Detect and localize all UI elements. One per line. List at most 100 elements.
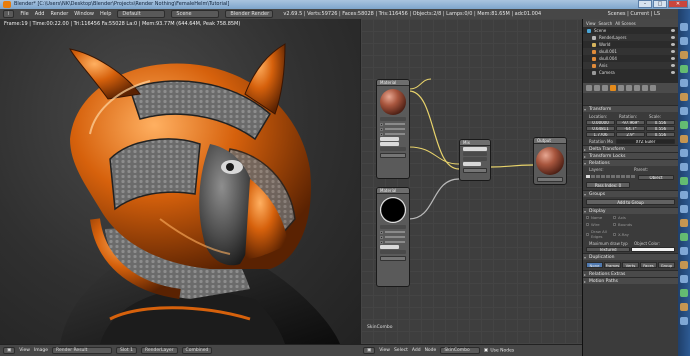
node-color-field[interactable] bbox=[380, 245, 400, 249]
display-checkbox[interactable] bbox=[613, 223, 616, 226]
render-viewport[interactable]: Frame:19 | Time:00:22.00 | Tri:116456 Fa… bbox=[0, 19, 360, 344]
node-button[interactable] bbox=[380, 153, 406, 158]
editor-type-dropdown[interactable]: ▣ bbox=[363, 347, 376, 354]
node-checkbox[interactable] bbox=[380, 240, 406, 244]
node-field[interactable] bbox=[463, 157, 487, 161]
menu-add[interactable]: Add bbox=[35, 11, 45, 17]
render-pass-dropdown[interactable]: Combined bbox=[181, 347, 213, 354]
node-add-menu[interactable]: Add bbox=[412, 348, 421, 353]
scale-z-field[interactable]: 0.556 bbox=[646, 132, 675, 137]
render-tab-icon[interactable] bbox=[586, 85, 592, 91]
rotation-x-field[interactable]: -97.969° bbox=[616, 120, 645, 125]
visibility-eye-icon[interactable] bbox=[671, 29, 675, 32]
render-layer-dropdown[interactable]: RenderLayer bbox=[140, 347, 178, 354]
groups-panel[interactable]: Groups bbox=[583, 190, 678, 198]
data-tab-icon[interactable] bbox=[634, 85, 640, 91]
image-name-field[interactable]: Render Result bbox=[52, 347, 113, 354]
node-button[interactable] bbox=[380, 256, 406, 261]
visibility-eye-icon[interactable] bbox=[671, 43, 675, 46]
modifier-tab-icon[interactable] bbox=[626, 85, 632, 91]
menu-window[interactable]: Window bbox=[74, 11, 94, 17]
outliner-row[interactable]: Anis bbox=[583, 62, 678, 69]
node-editor[interactable]: Material Material Mix Output SkinCombo bbox=[360, 19, 582, 344]
dup-group-tab[interactable]: Group bbox=[658, 262, 675, 268]
location-x-field[interactable]: 0.00000 bbox=[586, 120, 615, 125]
node-color-field[interactable] bbox=[380, 137, 400, 141]
taskbar-app-icon[interactable] bbox=[680, 275, 688, 283]
scale-x-field[interactable]: 0.556 bbox=[646, 120, 675, 125]
taskbar-app-icon[interactable] bbox=[680, 303, 688, 311]
relations-extras-panel[interactable]: Relations Extras bbox=[583, 270, 678, 278]
location-y-field[interactable]: 0.64811 bbox=[586, 126, 615, 131]
close-button[interactable]: ✕ bbox=[668, 0, 688, 8]
node-checkbox[interactable] bbox=[380, 235, 406, 239]
slot-dropdown[interactable]: Slot 1 bbox=[116, 347, 137, 354]
outliner-row[interactable]: skull.001 bbox=[583, 48, 678, 55]
display-panel[interactable]: Display bbox=[583, 207, 678, 215]
location-z-field[interactable]: 1.7706 bbox=[586, 132, 615, 137]
delta-transform-panel[interactable]: Delta Transform bbox=[583, 145, 678, 153]
node-field[interactable] bbox=[380, 147, 406, 151]
taskbar-app-icon[interactable] bbox=[680, 205, 688, 213]
taskbar-app-icon[interactable] bbox=[680, 121, 688, 129]
taskbar-app-icon[interactable] bbox=[680, 261, 688, 269]
object-tab-icon[interactable] bbox=[610, 85, 616, 91]
layout-dropdown[interactable]: Default bbox=[117, 10, 166, 18]
outliner[interactable]: View Search All Scenes Scene RenderLayers… bbox=[582, 19, 678, 83]
taskbar-app-icon[interactable] bbox=[680, 177, 688, 185]
display-checkbox[interactable] bbox=[613, 216, 616, 219]
display-checkbox[interactable] bbox=[586, 232, 589, 236]
taskbar-app-icon[interactable] bbox=[680, 233, 688, 241]
scene-dropdown[interactable]: Scene bbox=[171, 10, 220, 18]
node-view-menu[interactable]: View bbox=[379, 348, 390, 353]
taskbar-app-icon[interactable] bbox=[680, 23, 688, 31]
material-tab-icon[interactable] bbox=[642, 85, 648, 91]
taskbar-app-icon[interactable] bbox=[680, 107, 688, 115]
object-color-swatch[interactable] bbox=[631, 247, 675, 252]
rotation-z-field[interactable]: 2.9° bbox=[616, 132, 645, 137]
render-engine-dropdown[interactable]: Blender Render bbox=[225, 10, 274, 18]
motion-paths-panel[interactable]: Motion Paths bbox=[583, 277, 678, 285]
node-field[interactable] bbox=[463, 147, 487, 151]
output-node[interactable]: Output bbox=[533, 137, 567, 185]
transform-locks-panel[interactable]: Transform Locks bbox=[583, 152, 678, 160]
taskbar-app-icon[interactable] bbox=[680, 149, 688, 157]
node-color-field[interactable] bbox=[463, 162, 481, 166]
taskbar-app-icon[interactable] bbox=[680, 51, 688, 59]
node-field[interactable] bbox=[463, 152, 487, 156]
node-checkbox[interactable] bbox=[380, 230, 406, 234]
visibility-eye-icon[interactable] bbox=[671, 36, 675, 39]
maximize-button[interactable]: □ bbox=[653, 0, 667, 8]
taskbar-app-icon[interactable] bbox=[680, 219, 688, 227]
taskbar-app-icon[interactable] bbox=[680, 65, 688, 73]
properties-panel[interactable]: Transform Location: Rotation: Scale: 0.0… bbox=[582, 83, 678, 356]
parent-field[interactable]: Object bbox=[638, 175, 674, 180]
node-checkbox[interactable] bbox=[380, 127, 406, 131]
editor-type-icon[interactable]: i bbox=[3, 10, 15, 18]
world-tab-icon[interactable] bbox=[602, 85, 608, 91]
outliner-row[interactable]: Camera bbox=[583, 69, 678, 76]
node-tree-field[interactable]: SkinCombo bbox=[440, 347, 481, 354]
node-checkbox[interactable] bbox=[380, 132, 406, 136]
node-field[interactable] bbox=[380, 250, 406, 254]
constraints-tab-icon[interactable] bbox=[618, 85, 624, 91]
outliner-row[interactable]: World bbox=[583, 41, 678, 48]
taskbar-app-icon[interactable] bbox=[680, 191, 688, 199]
editor-type-dropdown[interactable]: ▣ bbox=[3, 347, 16, 354]
dup-frames-tab[interactable]: Frames bbox=[604, 262, 621, 268]
menu-render[interactable]: Render bbox=[50, 11, 68, 17]
minimize-button[interactable]: – bbox=[638, 0, 652, 8]
scale-y-field[interactable]: 0.556 bbox=[646, 126, 675, 131]
taskbar-app-icon[interactable] bbox=[680, 93, 688, 101]
visibility-eye-icon[interactable] bbox=[671, 50, 675, 53]
dup-verts-tab[interactable]: Verts bbox=[622, 262, 639, 268]
mix-node[interactable]: Mix bbox=[459, 139, 491, 181]
scene-tab-icon[interactable] bbox=[594, 85, 600, 91]
image-view-menu[interactable]: View bbox=[19, 348, 30, 353]
display-checkbox[interactable] bbox=[613, 232, 616, 236]
node-checkbox[interactable] bbox=[380, 122, 406, 126]
outliner-filter-dropdown[interactable]: All Scenes bbox=[615, 21, 636, 26]
rotation-mode-dropdown[interactable]: XYZ Euler bbox=[616, 139, 675, 144]
pass-index-field[interactable]: Pass Index: 0 bbox=[586, 182, 630, 188]
visibility-eye-icon[interactable] bbox=[671, 64, 675, 67]
